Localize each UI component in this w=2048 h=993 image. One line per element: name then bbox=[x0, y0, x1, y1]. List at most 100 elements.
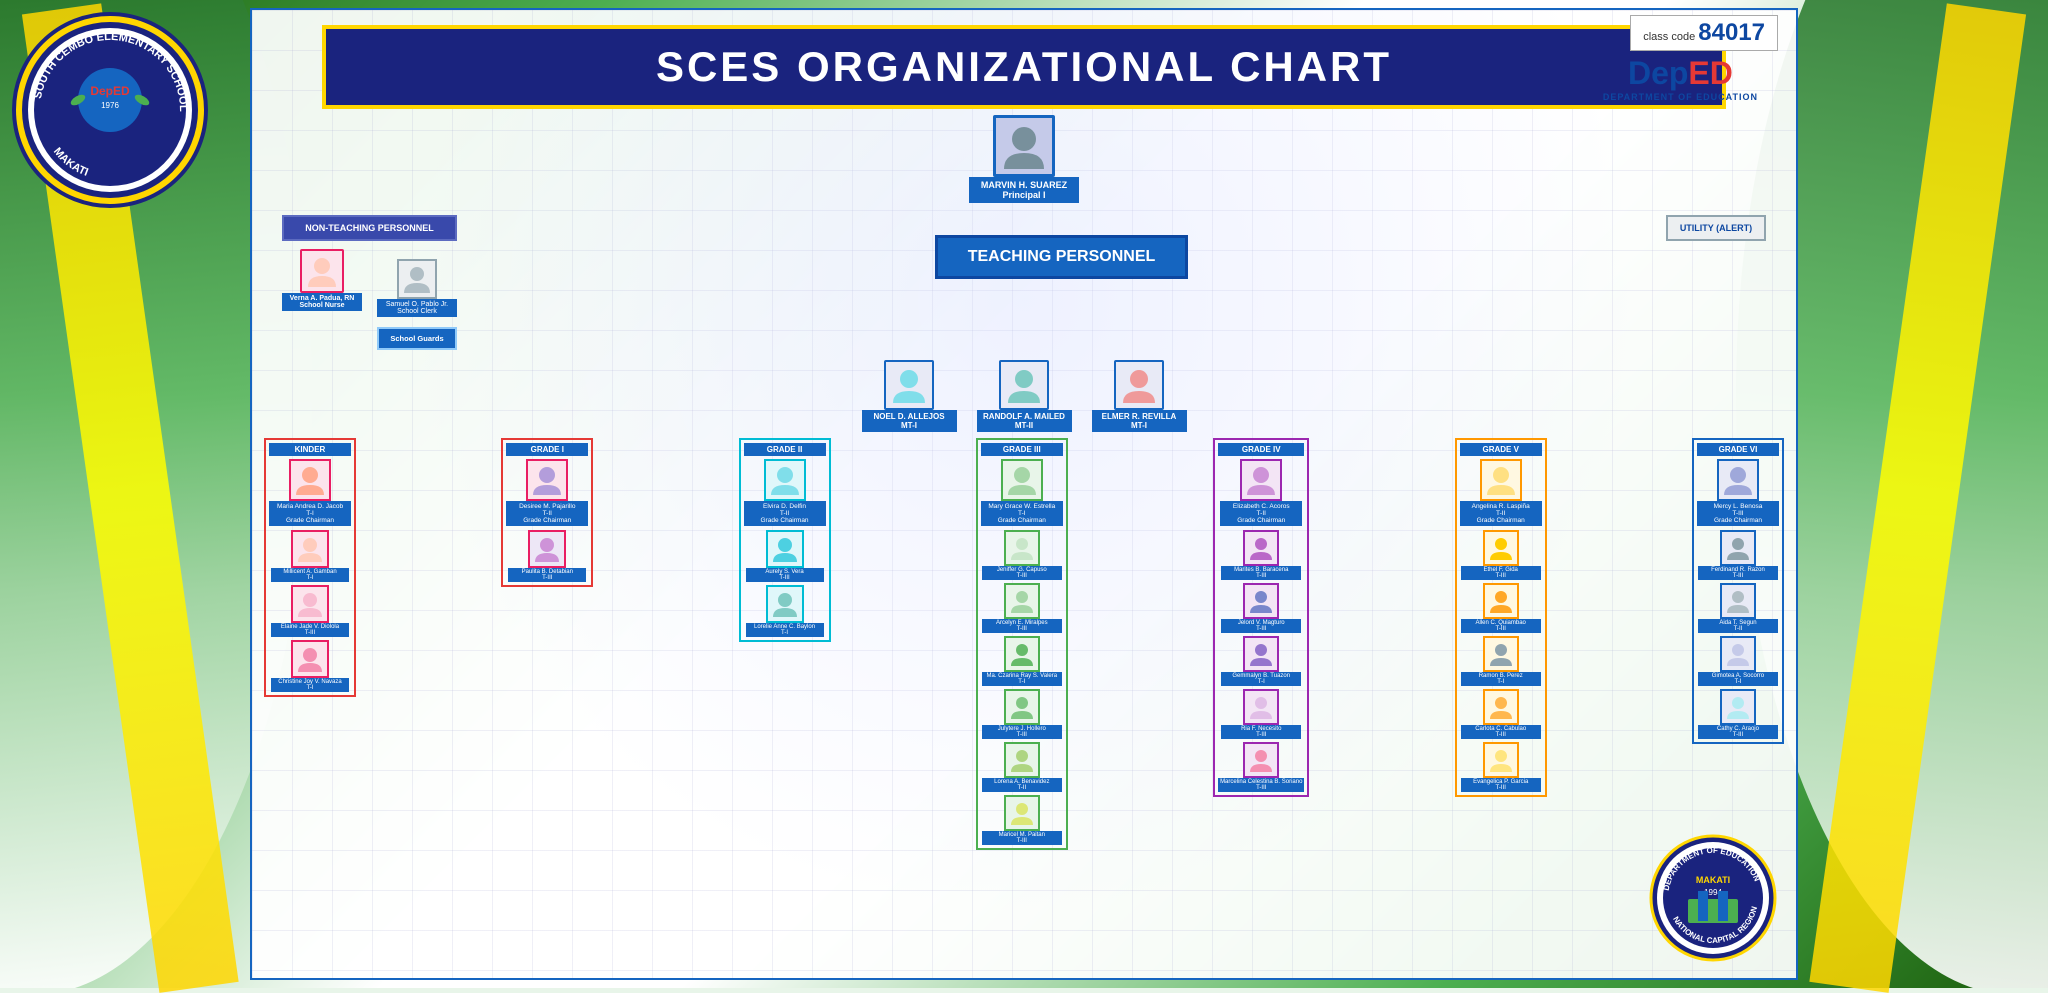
grade1-teachers: Paulita B. DetabianT-III bbox=[508, 530, 586, 582]
grade1-header: GRADE I bbox=[506, 443, 588, 456]
mt-role-2: MT-I bbox=[1098, 421, 1181, 430]
title-bar: SCES ORGANIZATIONAL CHART bbox=[322, 25, 1726, 109]
grade5-teachers: Ethel F. GidaT-III Allen C. QuiambaoT-II… bbox=[1461, 530, 1541, 792]
nurse-info: Verna A. Padua, RN School Nurse bbox=[282, 293, 362, 311]
grade4-t4-photo bbox=[1243, 689, 1279, 725]
grade3-t3-photo bbox=[1004, 636, 1040, 672]
mt-photo-1 bbox=[999, 360, 1049, 410]
grade6-t4-photo bbox=[1720, 689, 1756, 725]
grade4-section: GRADE IV Elizabeth C. AcorosT-IIGrade Ch… bbox=[1213, 438, 1309, 797]
kinder-teachers: Millicent A. GambanT-I Elaine Jade V. Di… bbox=[271, 530, 349, 692]
grade3-t1-info: Jeniffer G. CapusoT-III bbox=[982, 566, 1062, 580]
grade2-t1-info: Aurely S. VeraT-III bbox=[746, 568, 824, 582]
grade1-section: GRADE I Desiree M. PajarilloT-IIGrade Ch… bbox=[501, 438, 593, 587]
grade3-t2-photo bbox=[1004, 583, 1040, 619]
grade3-t4: Julytere J. HolleroT-III bbox=[982, 689, 1062, 739]
mt-info-2: ELMER R. REVILLA MT-I bbox=[1092, 410, 1187, 432]
level2-row: NON-TEACHING PERSONNEL Verna A. Padua, R… bbox=[262, 205, 1786, 350]
grade5-t4: Carlota C. CabulaoT-III bbox=[1461, 689, 1541, 739]
kinder-chair-photo bbox=[289, 459, 331, 501]
grade6-t2: Aida T. SegunT-II bbox=[1698, 583, 1778, 633]
grade6-t1-photo bbox=[1720, 530, 1756, 566]
grade2-chair-info: Elvira D. DelfinT-IIGrade Chairman bbox=[744, 501, 826, 526]
grade5-t4-info: Carlota C. CabulaoT-III bbox=[1461, 725, 1541, 739]
grade2-t2-photo bbox=[766, 585, 804, 623]
principal-card: MARVIN H. SUAREZ Principal I bbox=[969, 115, 1079, 203]
grade2-t1-photo bbox=[766, 530, 804, 568]
teaching-box: TEACHING PERSONNEL bbox=[935, 235, 1189, 279]
makati-seal: DEPARTMENT OF EDUCATION NATIONAL CAPITAL… bbox=[1648, 833, 1778, 968]
grade6-t3: Gimotea A. SocorroT-I bbox=[1698, 636, 1778, 686]
grade3-t2-info: Arcelyn E. MiralpesT-III bbox=[982, 619, 1062, 633]
grade6-t1: Ferdinand R. RazonT-III bbox=[1698, 530, 1778, 580]
grade3-t6-info: Maricel M. PaitanT-III bbox=[982, 831, 1062, 845]
grade5-chair-info: Angelina R. LaspiñaT-IIGrade Chairman bbox=[1460, 501, 1542, 526]
grade2-t2-info: Lorelie Anne C. BaylonT-I bbox=[746, 623, 824, 637]
mt-photo-0 bbox=[884, 360, 934, 410]
grade3-chair-photo bbox=[1001, 459, 1043, 501]
kinder-t3-photo bbox=[291, 640, 329, 678]
grade6-teachers: Ferdinand R. RazonT-III Aida T. SegunT-I… bbox=[1698, 530, 1778, 739]
grade6-t3-info: Gimotea A. SocorroT-I bbox=[1698, 672, 1778, 686]
non-teaching-section: NON-TEACHING PERSONNEL Verna A. Padua, R… bbox=[282, 215, 457, 350]
clerk-info: Samuel O. Pablo Jr. School Clerk bbox=[377, 299, 457, 317]
grade5-t2: Allen C. QuiambaoT-III bbox=[1461, 583, 1541, 633]
grade6-t1-info: Ferdinand R. RazonT-III bbox=[1698, 566, 1778, 580]
kinder-t2-info: Elaine Jade V. DiololaT-III bbox=[271, 623, 349, 637]
grade4-t1-photo bbox=[1243, 530, 1279, 566]
school-logo: SOUTH CEMBO ELEMENTARY SCHOOL MAKATI Dep… bbox=[10, 10, 210, 210]
svg-text:DepED: DepED bbox=[90, 84, 130, 98]
svg-text:1976: 1976 bbox=[101, 101, 119, 110]
grade3-t5: Lorena A. BenavidezT-II bbox=[982, 742, 1062, 792]
svg-text:MAKATI: MAKATI bbox=[1696, 875, 1730, 885]
grade3-t4-photo bbox=[1004, 689, 1040, 725]
grade2-chairman: Elvira D. DelfinT-IIGrade Chairman bbox=[744, 459, 826, 526]
grade3-t5-info: Lorena A. BenavidezT-II bbox=[982, 778, 1062, 792]
kinder-t2-photo bbox=[291, 585, 329, 623]
grade1-chairman: Desiree M. PajarilloT-IIGrade Chairman bbox=[506, 459, 588, 526]
grade4-t3: Gemmalyn B. TuazonT-I bbox=[1218, 636, 1304, 686]
kinder-t1: Millicent A. GambanT-I bbox=[271, 530, 349, 582]
kinder-header: KINDER bbox=[269, 443, 351, 456]
deped-brand: DepED DEPARTMENT OF EDUCATION bbox=[1603, 55, 1758, 102]
grade3-header: GRADE III bbox=[981, 443, 1063, 456]
grade4-t3-photo bbox=[1243, 636, 1279, 672]
grade6-chair-photo bbox=[1717, 459, 1759, 501]
grade5-t1-photo bbox=[1483, 530, 1519, 566]
grade2-chair-photo bbox=[764, 459, 806, 501]
school-guards-box: School Guards bbox=[377, 327, 457, 350]
principal-role: Principal I bbox=[979, 190, 1069, 200]
grade5-t3: Ramon B. PerezT-I bbox=[1461, 636, 1541, 686]
grade3-teachers: Jeniffer G. CapusoT-III Arcelyn E. Miral… bbox=[982, 530, 1062, 845]
grade5-t4-photo bbox=[1483, 689, 1519, 725]
grade1-chair-photo bbox=[526, 459, 568, 501]
kinder-t3: Christine Joy V. NavazaT-I bbox=[271, 640, 349, 692]
clerk-photo bbox=[397, 259, 437, 299]
grade3-t1-photo bbox=[1004, 530, 1040, 566]
main-area: SCES ORGANIZATIONAL CHART MARVIN H. SUAR… bbox=[250, 8, 1798, 980]
deped-full-label: DEPARTMENT OF EDUCATION bbox=[1603, 92, 1758, 102]
mt-name-2: ELMER R. REVILLA bbox=[1098, 412, 1181, 421]
kinder-t1-info: Millicent A. GambanT-I bbox=[271, 568, 349, 582]
grade5-chairman: Angelina R. LaspiñaT-IIGrade Chairman bbox=[1460, 459, 1542, 526]
grade4-chair-photo bbox=[1240, 459, 1282, 501]
grade1-t1-info: Paulita B. DetabianT-III bbox=[508, 568, 586, 582]
kinder-t1-photo bbox=[291, 530, 329, 568]
grade5-t5: Evangelica P. GarciaT-III bbox=[1461, 742, 1541, 792]
grade2-teachers: Aurely S. VeraT-III Lorelie Anne C. Bayl… bbox=[746, 530, 824, 637]
mt-card-1: RANDOLF A. MAILED MT-II bbox=[977, 360, 1072, 432]
mt-card-0: NOEL D. ALLEJOS MT-I bbox=[862, 360, 957, 432]
grade5-t5-info: Evangelica P. GarciaT-III bbox=[1461, 778, 1541, 792]
grade5-chair-photo bbox=[1480, 459, 1522, 501]
grade4-t2-info: Jelord V. MagturoT-III bbox=[1221, 619, 1301, 633]
mt-row: NOEL D. ALLEJOS MT-I RANDOLF A. MAILED M… bbox=[262, 360, 1786, 432]
grade3-t4-info: Julytere J. HolleroT-III bbox=[982, 725, 1062, 739]
mt-info-0: NOEL D. ALLEJOS MT-I bbox=[862, 410, 957, 432]
grade3-t6: Maricel M. PaitanT-III bbox=[982, 795, 1062, 845]
nurse-clerk-row: Verna A. Padua, RN School Nurse Samuel O… bbox=[282, 249, 457, 350]
grade5-t2-photo bbox=[1483, 583, 1519, 619]
deped-logo-area: class code 84017 bbox=[1630, 15, 1778, 56]
grade4-teachers: Marites B. BaracenaT-III Jelord V. Magtu… bbox=[1218, 530, 1304, 792]
grade5-section: GRADE V Angelina R. LaspiñaT-IIGrade Cha… bbox=[1455, 438, 1547, 797]
grade4-t5: Marcelina Celestina B. SorianoT-III bbox=[1218, 742, 1304, 792]
